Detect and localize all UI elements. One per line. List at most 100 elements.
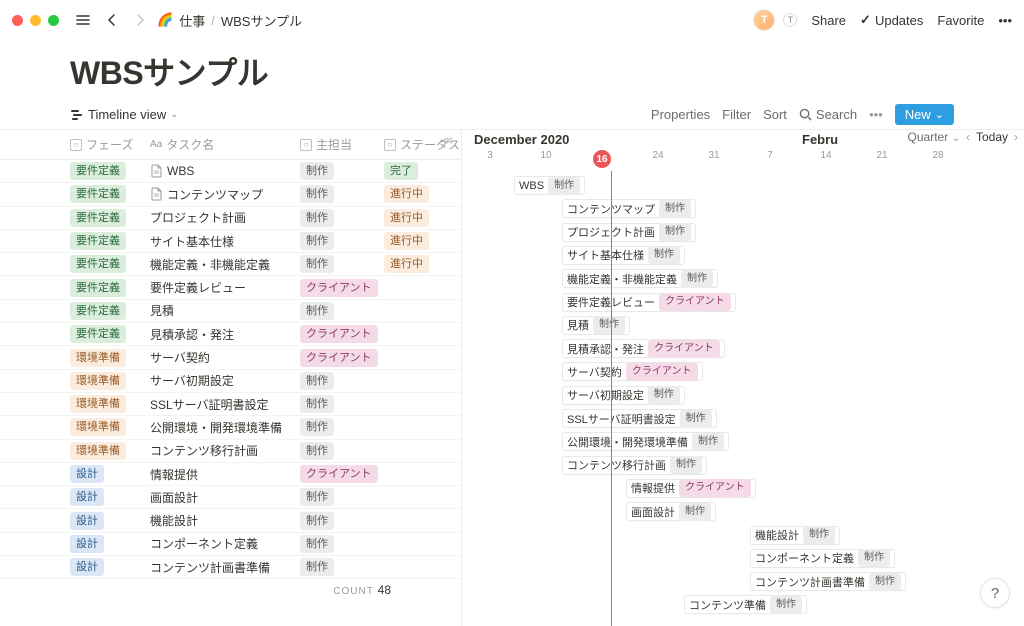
new-button[interactable]: New <box>895 104 954 125</box>
table-row[interactable]: 環境準備コンテンツ移行計画制作 <box>0 440 461 463</box>
bar-task: SSLサーバ証明書設定 <box>567 411 676 427</box>
phase-tag: 設計 <box>70 558 104 576</box>
hamburger-icon[interactable] <box>71 10 95 30</box>
timeline-bar[interactable]: 情報提供クライアント <box>626 479 756 498</box>
table-row[interactable]: 設計機能設計制作 <box>0 509 461 532</box>
filter-button[interactable]: Filter <box>722 107 751 122</box>
table-row[interactable]: 要件定義コンテンツマップ制作進行中 <box>0 183 461 206</box>
help-button[interactable]: ? <box>980 578 1010 608</box>
task-name: WBS <box>167 164 194 178</box>
phase-tag: 要件定義 <box>70 162 126 180</box>
table-row[interactable]: 設計情報提供クライアント <box>0 463 461 486</box>
breadcrumb-parent[interactable]: 仕事 <box>179 11 205 30</box>
timeline-bar[interactable]: 見積承認・発注クライアント <box>562 339 725 358</box>
timeline-bar[interactable]: 画面設計制作 <box>626 502 716 521</box>
table-row[interactable]: 要件定義見積承認・発注クライアント <box>0 323 461 346</box>
timeline-bar[interactable]: サーバ初期設定制作 <box>562 386 685 405</box>
back-icon[interactable] <box>101 11 123 29</box>
avatar[interactable]: T <box>753 9 775 31</box>
table-row[interactable]: 設計コンテンツ計画書準備制作 <box>0 556 461 579</box>
task-name: SSLサーバ証明書設定 <box>150 396 269 413</box>
table-row[interactable]: 要件定義WBS制作完了 <box>0 160 461 183</box>
timeline-bar[interactable]: コンテンツ準備制作 <box>684 595 807 614</box>
table-row[interactable]: 設計画面設計制作 <box>0 486 461 509</box>
window-controls[interactable] <box>12 15 59 26</box>
more-icon[interactable]: ••• <box>998 13 1012 28</box>
timeline-bar[interactable]: コンテンツ計画書準備制作 <box>750 572 906 591</box>
phase-tag: 環境準備 <box>70 395 126 413</box>
phase-tag: 環境準備 <box>70 442 126 460</box>
timeline-bar[interactable]: サーバ契約クライアント <box>562 362 703 381</box>
collapse-icon[interactable]: ≪ <box>441 134 453 147</box>
properties-button[interactable]: Properties <box>651 107 710 122</box>
phase-tag: 設計 <box>70 535 104 553</box>
col-header-owner[interactable]: ○主担当 <box>300 136 384 153</box>
phase-tag: 設計 <box>70 512 104 530</box>
timeline-bar[interactable]: コンポーネント定義制作 <box>750 549 895 568</box>
col-header-phase[interactable]: ○フェーズ <box>70 136 150 153</box>
phase-tag: 要件定義 <box>70 185 126 203</box>
table-row[interactable]: 要件定義サイト基本仕様制作進行中 <box>0 230 461 253</box>
search-button[interactable]: Search <box>799 107 857 122</box>
timeline-date: 31 <box>686 150 742 168</box>
owner-tag: 制作 <box>300 162 334 180</box>
more-toolbar-icon[interactable]: ••• <box>869 107 883 122</box>
updates-button[interactable]: Updates <box>860 12 923 28</box>
timeline-bar[interactable]: 見積制作 <box>562 316 630 335</box>
bar-owner: 制作 <box>593 316 625 334</box>
table-row[interactable]: 設計コンポーネント定義制作 <box>0 533 461 556</box>
owner-tag: クライアント <box>300 325 378 343</box>
table-row[interactable]: 要件定義機能定義・非機能定義制作進行中 <box>0 253 461 276</box>
favorite-button[interactable]: Favorite <box>937 13 984 28</box>
table-row[interactable]: 環境準備SSLサーバ証明書設定制作 <box>0 393 461 416</box>
bar-owner: 制作 <box>858 549 890 567</box>
share-button[interactable]: Share <box>811 13 846 28</box>
timeline-date: 3 <box>462 150 518 168</box>
bar-owner: 制作 <box>659 200 691 218</box>
breadcrumb-current[interactable]: WBSサンプル <box>221 11 302 30</box>
timeline-bar[interactable]: 要件定義レビュークライアント <box>562 293 736 312</box>
table-row[interactable]: 要件定義見積制作 <box>0 300 461 323</box>
bar-owner: 制作 <box>869 573 901 591</box>
timeline-bar[interactable]: WBS制作 <box>514 176 585 195</box>
phase-tag: 設計 <box>70 465 104 483</box>
table-row[interactable]: 要件定義要件定義レビュークライアント <box>0 276 461 299</box>
row-count: COUNT 48 <box>0 579 461 597</box>
timeline-month: December 2020 <box>474 132 569 147</box>
timeline-date: 14 <box>798 150 854 168</box>
table-row[interactable]: 環境準備公開環境・開発環境準備制作 <box>0 416 461 439</box>
timeline-bar[interactable]: サイト基本仕様制作 <box>562 246 685 265</box>
task-name: 画面設計 <box>150 489 198 506</box>
timeline-bar[interactable]: プロジェクト計画制作 <box>562 223 696 242</box>
bar-task: 機能設計 <box>755 527 799 543</box>
timeline-prev-icon[interactable]: ‹ <box>966 130 970 144</box>
timeline-bar[interactable]: 機能定義・非機能定義制作 <box>562 269 718 288</box>
forward-icon[interactable] <box>129 11 151 29</box>
bar-task: サーバ契約 <box>567 364 622 380</box>
timeline-bar[interactable]: SSLサーバ証明書設定制作 <box>562 409 717 428</box>
task-name: 情報提供 <box>150 466 198 483</box>
owner-tag: クライアント <box>300 279 378 297</box>
timeline-bar[interactable]: コンテンツマップ制作 <box>562 199 696 218</box>
timeline-bar[interactable]: 機能設計制作 <box>750 526 840 545</box>
timeline-bar[interactable]: コンテンツ移行計画制作 <box>562 456 707 475</box>
table-row[interactable]: 環境準備サーバ初期設定制作 <box>0 370 461 393</box>
col-header-task[interactable]: Aaタスク名 <box>150 136 300 153</box>
sort-button[interactable]: Sort <box>763 107 787 122</box>
timeline-bar[interactable]: 公開環境・開発環境準備制作 <box>562 432 729 451</box>
col-header-status[interactable]: ○ステータス <box>384 136 468 153</box>
status-tag: 進行中 <box>384 255 429 273</box>
timeline-range[interactable]: Quarter ⌄ <box>908 130 960 144</box>
avatar-badge: T <box>783 13 797 27</box>
task-name: 見積 <box>150 302 174 319</box>
view-tab-timeline[interactable]: Timeline view ⌄ <box>70 107 179 122</box>
bar-task: プロジェクト計画 <box>567 224 655 240</box>
task-name: プロジェクト計画 <box>150 209 246 226</box>
table-row[interactable]: 要件定義プロジェクト計画制作進行中 <box>0 207 461 230</box>
task-name: 公開環境・開発環境準備 <box>150 419 282 436</box>
breadcrumb[interactable]: 🌈 仕事 / WBSサンプル <box>157 11 302 30</box>
owner-tag: 制作 <box>300 232 334 250</box>
timeline-today-button[interactable]: Today <box>976 130 1008 144</box>
table-row[interactable]: 環境準備サーバ契約クライアント <box>0 346 461 369</box>
timeline-next-icon[interactable]: › <box>1014 130 1018 144</box>
